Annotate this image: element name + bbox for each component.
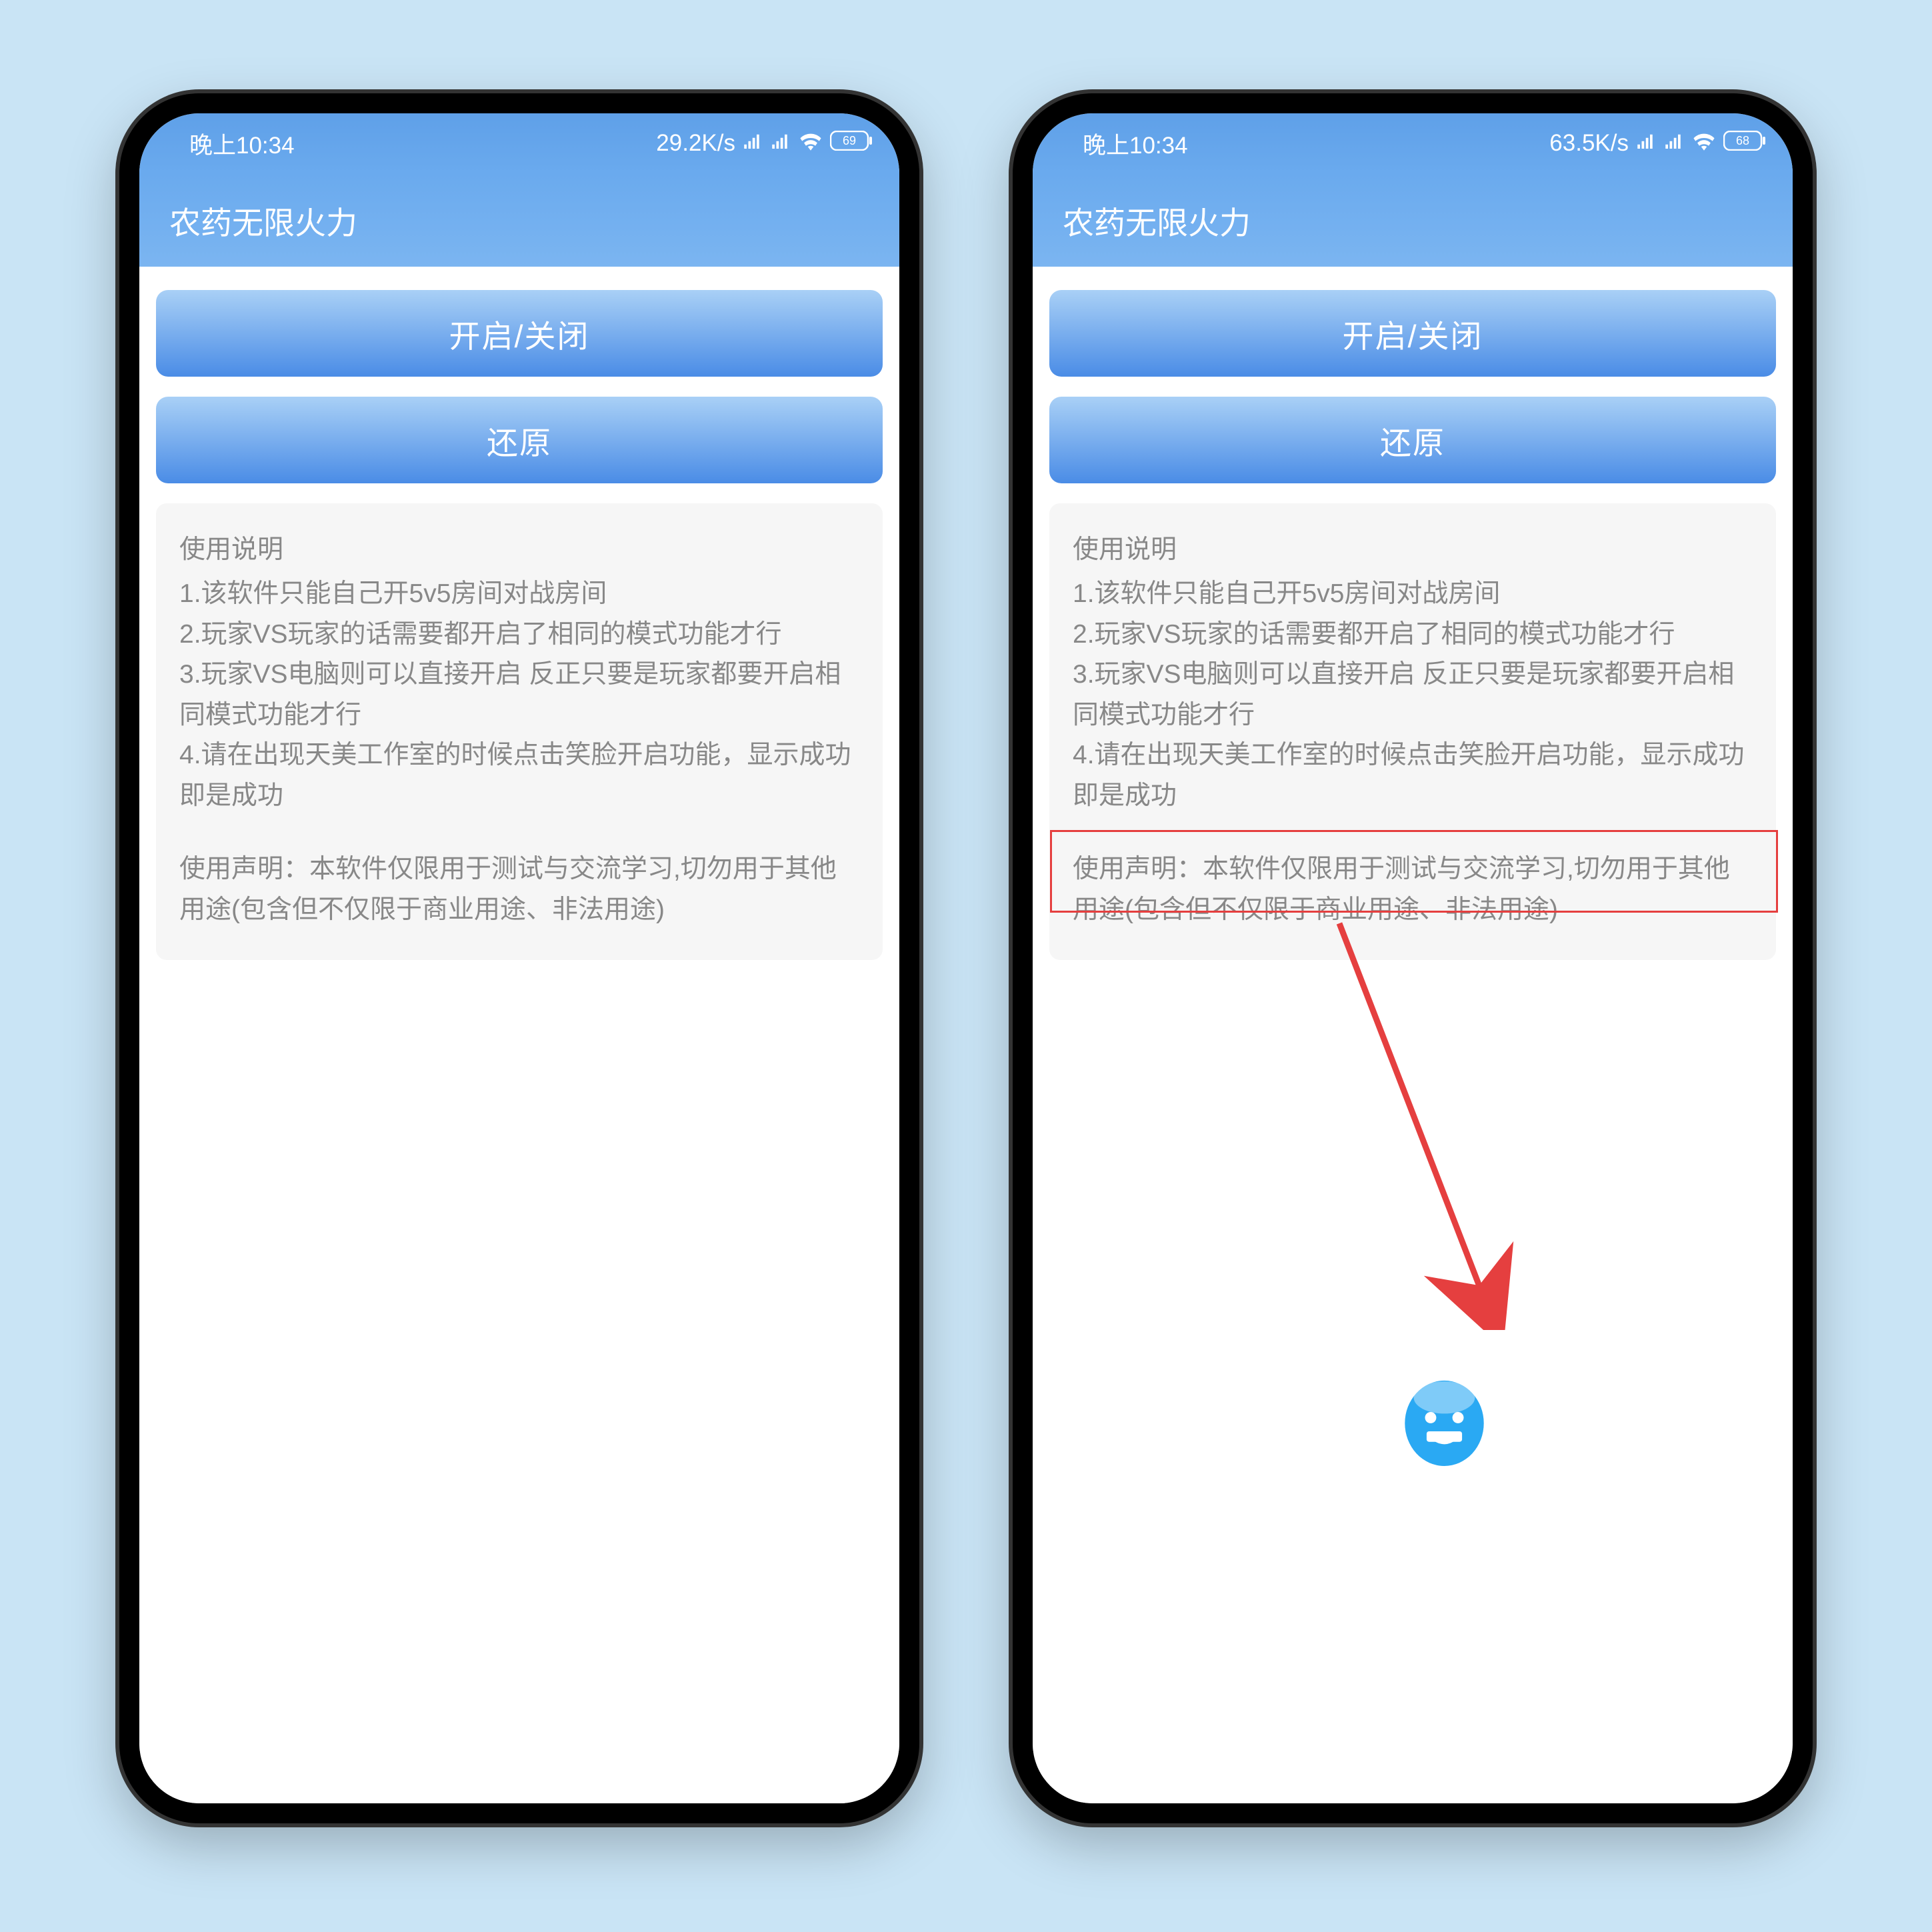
floating-smiley-button[interactable] [1396, 1373, 1493, 1470]
wifi-icon [799, 130, 822, 157]
phone-mockup-left: 晚上10:34 29.2K/s 69 [119, 93, 919, 1823]
status-netspeed: 63.5K/s [1549, 130, 1629, 157]
app-title: 农药无限火力 [1063, 197, 1251, 243]
content-area: 开启/关闭 还原 使用说明 1.该软件只能自己开5v5房间对战房间 2.玩家VS… [139, 267, 899, 1803]
app-title-bar: 农药无限火力 [139, 173, 899, 267]
status-netspeed: 29.2K/s [656, 130, 735, 157]
sim-signal-icon [1665, 130, 1685, 157]
disclaimer-text: 使用声明：本软件仅限用于测试与交流学习,切勿用于其他用途(包含但不仅限于商业用途… [1073, 849, 1753, 930]
status-time: 晚上10:34 [189, 127, 295, 161]
sim-signal-icon [771, 130, 791, 157]
app-title-bar: 农药无限火力 [1033, 173, 1793, 267]
status-right: 29.2K/s 69 [656, 130, 873, 157]
content-area: 开启/关闭 还原 使用说明 1.该软件只能自己开5v5房间对战房间 2.玩家VS… [1033, 267, 1793, 1803]
battery-icon: 68 [1723, 130, 1766, 157]
instructions-card: 使用说明 1.该软件只能自己开5v5房间对战房间 2.玩家VS玩家的话需要都开启… [1049, 503, 1776, 960]
wifi-icon [1693, 130, 1715, 157]
instructions-heading: 使用说明 [1073, 530, 1753, 570]
instructions-heading: 使用说明 [179, 530, 859, 570]
signal-icon [1637, 130, 1657, 157]
restore-button[interactable]: 还原 [156, 397, 883, 483]
status-time: 晚上10:34 [1083, 127, 1188, 161]
toggle-button[interactable]: 开启/关闭 [1049, 290, 1776, 377]
instruction-line-3: 3.玩家VS电脑则可以直接开启 反正只要是玩家都要开启相同模式功能才行 [179, 655, 859, 735]
instruction-line-2: 2.玩家VS玩家的话需要都开启了相同的模式功能才行 [179, 615, 859, 655]
app-title: 农药无限火力 [169, 197, 357, 243]
toggle-button[interactable]: 开启/关闭 [156, 290, 883, 377]
instruction-line-1: 1.该软件只能自己开5v5房间对战房间 [179, 574, 859, 614]
restore-button[interactable]: 还原 [1049, 397, 1776, 483]
instruction-line-3: 3.玩家VS电脑则可以直接开启 反正只要是玩家都要开启相同模式功能才行 [1073, 655, 1753, 735]
instruction-line-4: 4.请在出现天美工作室的时候点击笑脸开启功能，显示成功即是成功 [1073, 735, 1753, 816]
instruction-line-4: 4.请在出现天美工作室的时候点击笑脸开启功能，显示成功即是成功 [179, 735, 859, 816]
battery-level: 68 [1736, 134, 1749, 147]
screen: 晚上10:34 29.2K/s 69 [139, 113, 899, 1803]
phone-mockup-right: 晚上10:34 63.5K/s 68 [1013, 93, 1813, 1823]
screen: 晚上10:34 63.5K/s 68 [1033, 113, 1793, 1803]
instruction-line-1: 1.该软件只能自己开5v5房间对战房间 [1073, 574, 1753, 614]
signal-icon [743, 130, 763, 157]
instruction-line-2: 2.玩家VS玩家的话需要都开启了相同的模式功能才行 [1073, 615, 1753, 655]
instructions-card: 使用说明 1.该软件只能自己开5v5房间对战房间 2.玩家VS玩家的话需要都开启… [156, 503, 883, 960]
status-right: 63.5K/s 68 [1549, 130, 1766, 157]
disclaimer-text: 使用声明：本软件仅限用于测试与交流学习,切勿用于其他用途(包含但不仅限于商业用途… [179, 849, 859, 930]
battery-icon: 69 [830, 130, 873, 157]
status-bar: 晚上10:34 29.2K/s 69 [139, 113, 899, 173]
status-bar: 晚上10:34 63.5K/s 68 [1033, 113, 1793, 173]
battery-level: 69 [843, 134, 856, 147]
